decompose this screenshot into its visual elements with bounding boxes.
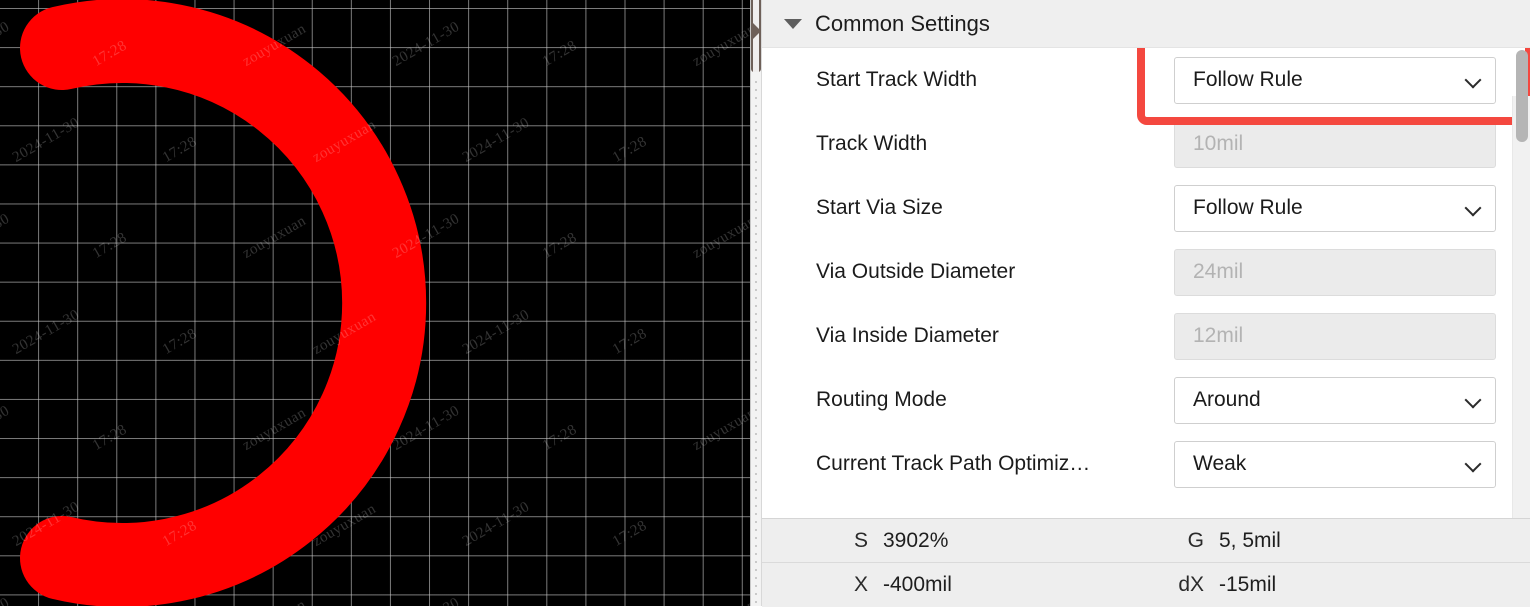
application-window: 2024-11-3017:28zouyuxuan2024-11-3017:28z… [0,0,1530,607]
red-arc-track [20,0,427,606]
scrollbar-thumb[interactable] [1516,50,1528,142]
status-cell-left: X -400mil [834,573,1164,597]
row-label: Via Inside Diameter [816,324,999,347]
settings-row: Via Outside Diameter 24mil [762,240,1510,304]
text-field-1: 10mil [1174,120,1496,168]
panel-splitter[interactable] [750,0,762,606]
status-row: X -400mil dX -15mil [762,563,1530,607]
panel-scrollbar[interactable] [1512,50,1530,518]
section-header-common-settings[interactable]: Common Settings [762,0,1530,48]
row-label: Via Outside Diameter [816,260,1016,283]
status-key: G [1187,528,1204,552]
caret-down-icon[interactable] [784,18,802,29]
status-cell-right: G 5, 5mil [1164,529,1281,553]
field-value: 24mil [1193,260,1244,283]
row-label: Routing Mode [816,388,947,411]
status-value: 5, 5mil [1219,528,1281,552]
status-value: -15mil [1219,573,1277,596]
status-value: -400mil [883,573,952,596]
settings-row: Start Track Width Follow Rule [762,48,1510,112]
row-label: Track Width [816,132,928,155]
pcb-canvas[interactable]: 2024-11-3017:28zouyuxuan2024-11-3017:28z… [0,0,750,606]
row-label: Start Via Size [816,196,943,219]
dropdown-5[interactable]: Around [1174,376,1496,424]
canvas-artwork [0,0,750,606]
dropdown-2[interactable]: Follow Rule [1174,184,1496,232]
text-field-4: 12mil [1174,312,1496,360]
status-key: dX [1178,573,1204,596]
triangle-right-icon[interactable] [752,22,761,40]
chevron-down-icon[interactable] [1466,201,1481,216]
chevron-down-icon[interactable] [1466,393,1481,408]
field-value: 12mil [1193,324,1244,347]
settings-row: Track Width 10mil [762,112,1510,176]
chevron-down-icon[interactable] [1466,73,1481,88]
status-value: 3902% [883,528,949,552]
field-value: Follow Rule [1193,68,1303,91]
settings-form: Start Track Width Follow Rule Track Width 1… [762,48,1530,518]
row-label: Current Track Path Optimiz… [816,452,1091,475]
settings-row: Start Via Size Follow Rule [762,176,1510,240]
dotted-grip-icon[interactable] [753,78,759,606]
text-field-3: 24mil [1174,248,1496,296]
dropdown-0[interactable]: Follow Rule [1174,56,1496,104]
status-key: X [853,573,868,596]
properties-panel: Common Settings Start Track Width Follow … [762,0,1530,607]
chevron-down-icon[interactable] [1466,457,1481,472]
settings-row: Current Track Path Optimiz… Weak [762,432,1510,496]
status-key: S [853,528,868,552]
field-value: Weak [1193,452,1247,475]
section-title: Common Settings [815,10,990,36]
field-value: Around [1193,388,1261,411]
row-label: Start Track Width [816,68,978,91]
field-value: 10mil [1193,132,1244,155]
status-bar: S 3902% G 5, 5mil X -400mil dX -15mil [762,518,1530,607]
field-value: Follow Rule [1193,196,1303,219]
status-cell-right: dX -15mil [1164,573,1276,597]
dropdown-6[interactable]: Weak [1174,440,1496,488]
status-cell-left: S 3902% [834,529,1164,553]
settings-row: Routing Mode Around [762,368,1510,432]
settings-row: Via Inside Diameter 12mil [762,304,1510,368]
status-row: S 3902% G 5, 5mil [762,519,1530,563]
